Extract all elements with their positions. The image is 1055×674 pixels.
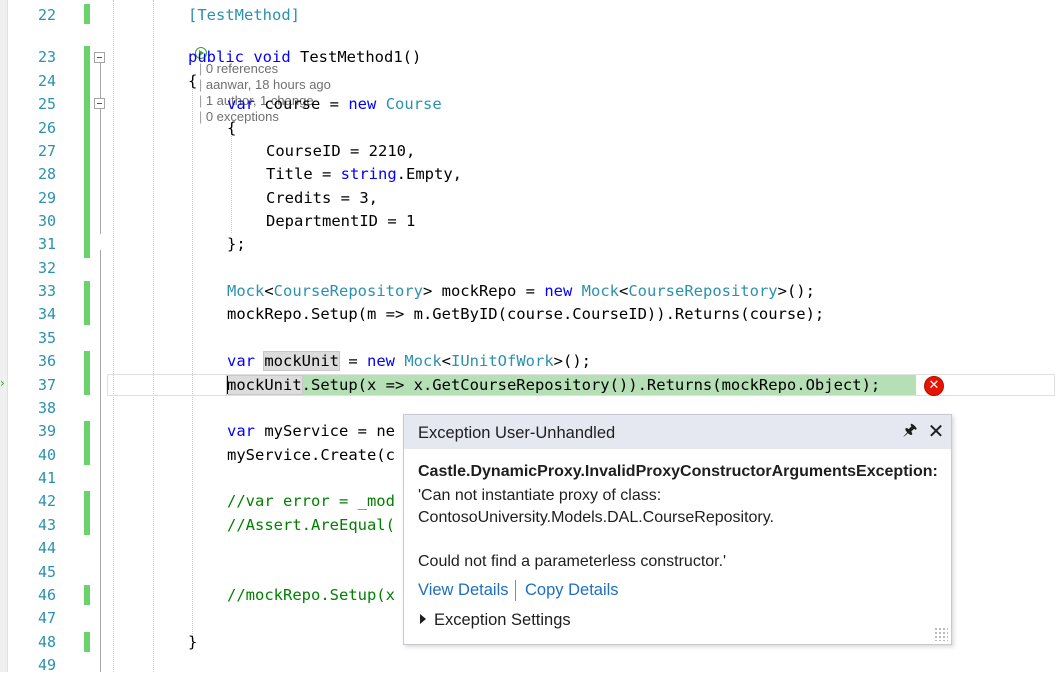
line-number: 29	[37, 189, 56, 207]
code-line-40[interactable]: myService.Create(c	[227, 445, 395, 465]
line-number: 48	[37, 633, 56, 651]
code-line-30[interactable]: DepartmentID = 1	[266, 211, 415, 231]
code-line-22[interactable]: [TestMethod]	[188, 5, 300, 25]
exception-message-line: 'Can not instantiate proxy of class:	[418, 487, 662, 504]
code-line-36[interactable]: var mockUnit = new Mock<IUnitOfWork>();	[227, 351, 591, 371]
line-number: 32	[37, 259, 56, 277]
line-number: 46	[37, 586, 56, 604]
copy-details-link[interactable]: Copy Details	[525, 581, 619, 600]
change-bar	[84, 4, 90, 24]
code-line-27[interactable]: CourseID = 2210,	[266, 141, 415, 161]
line-number: 27	[37, 142, 56, 160]
line-number: 38	[37, 399, 56, 417]
line-number: 24	[37, 72, 56, 90]
indent-guide	[231, 125, 232, 233]
debug-chevron-icon: ›	[0, 376, 5, 390]
code-line-42[interactable]: //var error = _mod	[227, 491, 395, 511]
codelens-author[interactable]: aanwar, 18 hours ago	[206, 77, 331, 92]
exception-settings-expander[interactable]: Exception Settings	[420, 611, 571, 630]
line-number: 44	[37, 539, 56, 557]
code-line-24[interactable]: {	[188, 71, 197, 91]
code-line-25[interactable]: var course = new Course	[227, 94, 442, 114]
line-number: 35	[37, 329, 56, 347]
line-number: 33	[37, 282, 56, 300]
indent-guide	[113, 0, 114, 672]
change-bar	[84, 632, 90, 652]
code-line-31[interactable]: };	[227, 234, 246, 254]
code-line-23[interactable]: public void TestMethod1()	[188, 47, 421, 67]
code-line-46[interactable]: //mockRepo.Setup(x	[227, 585, 395, 605]
code-line-37[interactable]: mockUnit.Setup(x => x.GetCourseRepositor…	[226, 375, 880, 395]
line-number: 45	[37, 563, 56, 581]
outline-rail	[100, 62, 101, 234]
line-number: 31	[37, 235, 56, 253]
code-line-33[interactable]: Mock<CourseRepository> mockRepo = new Mo…	[227, 281, 815, 301]
line-number: 37	[37, 376, 56, 394]
exception-message-line: Could not find a parameterless construct…	[418, 553, 727, 570]
line-number: 40	[37, 446, 56, 464]
exception-type: Castle.DynamicProxy.InvalidProxyConstruc…	[418, 463, 938, 480]
line-number: 26	[37, 119, 56, 137]
exception-helper-popup: Exception User-Unhandled 🖈 ✕ Castle.Dyna…	[403, 414, 952, 645]
exception-settings-label: Exception Settings	[434, 611, 571, 629]
view-details-link[interactable]: View Details	[418, 581, 508, 600]
code-line-39[interactable]: var myService = ne	[227, 421, 395, 441]
reference-highlight: mockUnit	[263, 351, 340, 371]
indent-guide	[153, 0, 154, 672]
line-number: 25	[37, 95, 56, 113]
line-number: 36	[37, 352, 56, 370]
link-separator	[515, 580, 516, 601]
line-number: 41	[37, 469, 56, 487]
editor-left-rail	[0, 0, 8, 672]
resize-grip-icon[interactable]	[934, 627, 948, 641]
line-number: 39	[37, 422, 56, 440]
line-number: 43	[37, 516, 56, 534]
outline-rail	[100, 250, 101, 672]
line-number: 47	[37, 609, 56, 627]
exception-popup-header: Exception User-Unhandled 🖈 ✕	[404, 415, 951, 449]
pin-icon[interactable]: 🖈	[902, 422, 918, 440]
code-line-28[interactable]: Title = string.Empty,	[266, 164, 462, 184]
change-bar	[84, 351, 90, 395]
code-line-43[interactable]: //Assert.AreEqual(	[227, 515, 395, 535]
line-number: 49	[37, 656, 56, 674]
indent-guide	[192, 78, 193, 638]
collapse-initializer-icon[interactable]	[94, 98, 105, 109]
code-line-34[interactable]: mockRepo.Setup(m => m.GetByID(course.Cou…	[227, 304, 824, 324]
change-bar	[84, 281, 90, 325]
exception-message-line: ContosoUniversity.Models.DAL.CourseRepos…	[418, 509, 774, 526]
change-bar	[84, 421, 90, 465]
code-line-26[interactable]: {	[227, 118, 236, 138]
collapse-method-icon[interactable]	[94, 52, 105, 63]
line-number: 30	[37, 212, 56, 230]
line-number: 42	[37, 492, 56, 510]
line-number: 22	[37, 6, 56, 24]
close-icon[interactable]: ✕	[926, 420, 946, 442]
code-line-48[interactable]: }	[188, 632, 197, 652]
change-bar	[84, 585, 90, 605]
change-bar	[84, 46, 90, 258]
exception-popup-title: Exception User-Unhandled	[418, 424, 616, 442]
text-caret	[227, 376, 228, 394]
code-line-29[interactable]: Credits = 3,	[266, 188, 378, 208]
line-number: 28	[37, 165, 56, 183]
expand-triangle-icon	[420, 614, 426, 624]
error-icon[interactable]: ✕	[924, 376, 944, 396]
line-number: 23	[37, 48, 56, 66]
reference-highlight: mockUnit	[226, 375, 303, 395]
line-number: 34	[37, 305, 56, 323]
change-bar	[84, 491, 90, 535]
